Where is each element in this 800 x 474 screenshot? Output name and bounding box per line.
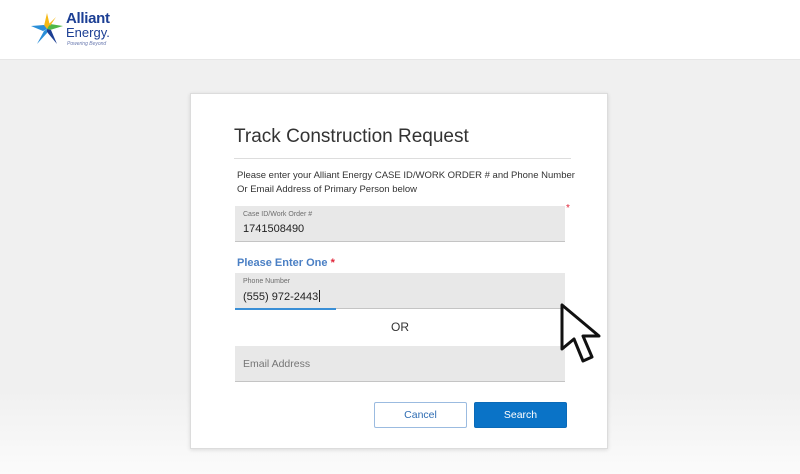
phone-number-text: (555) 972-2443 (243, 291, 319, 303)
email-address-field[interactable]: Email Address (235, 346, 565, 382)
search-button[interactable]: Search (474, 402, 567, 428)
email-placeholder: Email Address (243, 358, 311, 370)
mouse-pointer-icon (560, 303, 601, 363)
top-header: Alliant Energy. Powering Beyond (0, 0, 800, 60)
title-divider (234, 158, 571, 159)
brand-name-line2: Energy. (66, 25, 110, 40)
phone-number-field[interactable]: Phone Number (555) 972-2443 (235, 273, 565, 310)
track-request-card: Track Construction Request Please enter … (190, 93, 608, 449)
case-id-value: 1741508490 (243, 223, 305, 235)
cancel-button[interactable]: Cancel (374, 402, 467, 428)
text-caret (319, 290, 321, 302)
brand-tagline: Powering Beyond (67, 41, 107, 47)
starburst-logo-icon (31, 13, 63, 44)
instructions-text: Please enter your Alliant Energy CASE ID… (237, 170, 575, 195)
brand-name-line1: Alliant (66, 10, 110, 27)
case-id-field[interactable]: Case ID/Work Order # 1741508490 (235, 206, 565, 242)
alliant-energy-logo[interactable]: Alliant Energy. Powering Beyond (30, 10, 120, 52)
enter-one-required-mark: * (330, 257, 335, 269)
case-id-required-mark: * (566, 203, 570, 214)
enter-one-label: Please Enter One (237, 257, 328, 269)
phone-number-label: Phone Number (243, 278, 291, 285)
phone-focus-underline (235, 308, 336, 310)
or-separator: OR (391, 320, 409, 334)
enter-one-heading: Please Enter One * (237, 257, 335, 269)
page-title: Track Construction Request (234, 126, 469, 147)
case-id-label: Case ID/Work Order # (243, 211, 313, 218)
phone-number-value: (555) 972-2443 (243, 290, 321, 303)
